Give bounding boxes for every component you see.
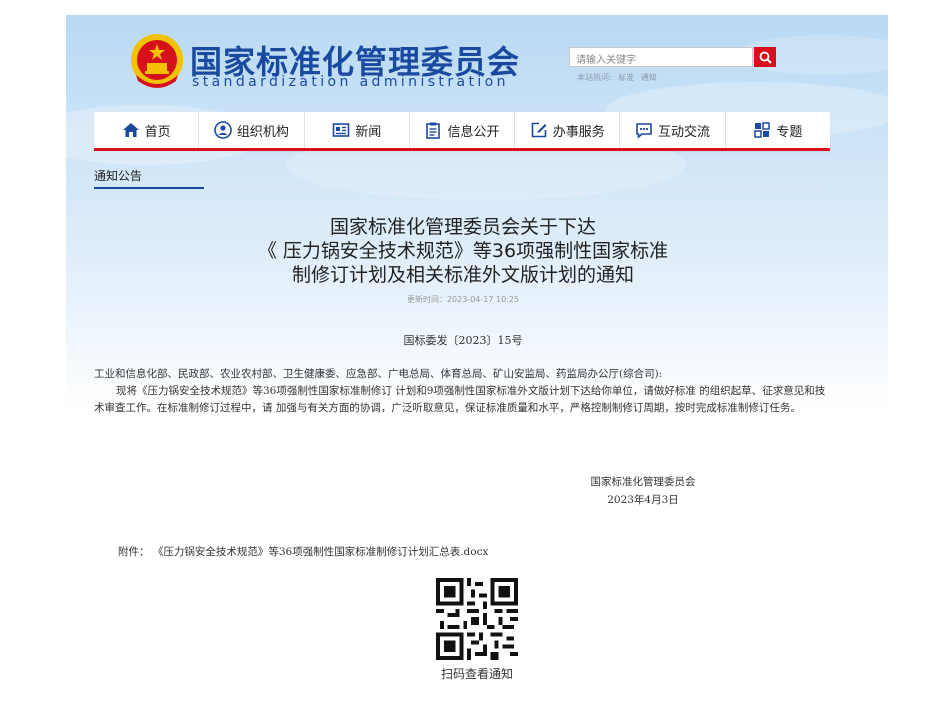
- nav-item-label: 专题: [776, 124, 803, 140]
- nav-item-news[interactable]: 新闻: [305, 112, 410, 148]
- qr-code-icon: [436, 578, 518, 660]
- nav-item-label: 信息公开: [447, 124, 500, 140]
- qr-caption: 扫码查看通知: [440, 667, 513, 681]
- nav-item-services[interactable]: 办事服务: [515, 112, 621, 148]
- hot-term-link[interactable]: 标准: [618, 73, 634, 82]
- document-number: 国标委发〔2023〕15号: [403, 334, 523, 347]
- body-paragraph: 现将《压力锅安全技术规范》等36项强制性国家标准制修订 计划和9项强制性国家标准…: [94, 385, 826, 414]
- national-emblem-icon: [131, 34, 183, 88]
- main-nav: 首页 组织机构 新闻 信息公开 办事服务 互动交流 专题: [94, 112, 830, 151]
- breadcrumb[interactable]: 通知公告: [94, 167, 142, 184]
- nav-item-organization[interactable]: 组织机构: [199, 112, 305, 148]
- nav-item-topics[interactable]: 专题: [726, 112, 830, 148]
- article-title-line: 制修订计划及相关标准外文版计划的通知: [291, 264, 634, 286]
- page: 国家标准化管理委员会 standardization administratio…: [66, 15, 888, 710]
- recipients: 工业和信息化部、民政部、农业农村部、卫生健康委、应急部、广电总局、体育总局、矿山…: [94, 368, 663, 380]
- site-name-en: standardization administration: [192, 74, 509, 90]
- nav-item-label: 组织机构: [236, 124, 289, 140]
- search-icon: [759, 51, 772, 64]
- edit-icon: [531, 122, 547, 138]
- signature-org: 国家标准化管理委员会: [590, 476, 696, 488]
- nav-item-label: 首页: [144, 124, 171, 140]
- attachment-label: 附件：: [118, 546, 150, 558]
- hot-term-link[interactable]: 通知: [641, 73, 657, 82]
- signature: 国家标准化管理委员会 2023年4月3日: [584, 473, 702, 509]
- nav-item-interaction[interactable]: 互动交流: [620, 112, 726, 148]
- updated-time: 更新时间：2023-04-17 10:25: [406, 295, 520, 304]
- breadcrumb-underline: [94, 187, 204, 189]
- hot-terms: 本站热词: 标准 通知: [577, 72, 661, 83]
- search-box: [569, 47, 758, 70]
- chat-icon: [636, 123, 652, 139]
- nav-item-home[interactable]: 首页: [94, 112, 200, 148]
- newspaper-icon: [332, 123, 350, 137]
- nav-item-label: 新闻: [355, 124, 382, 140]
- clipboard-icon: [426, 122, 441, 139]
- nav-item-label: 互动交流: [658, 124, 711, 140]
- signature-date: 2023年4月3日: [607, 494, 679, 506]
- person-circle-icon: [214, 121, 232, 139]
- home-icon: [122, 123, 139, 137]
- article-title-line: 国家标准化管理委员会关于下达: [329, 216, 596, 238]
- attachment-link[interactable]: 《压力锅安全技术规范》等36项强制性国家标准制修订计划汇总表.docx: [153, 546, 489, 558]
- article-title-line: 《 压力锅安全技术规范》等36项强制性国家标准: [257, 240, 669, 262]
- nav-item-info-disclosure[interactable]: 信息公开: [410, 112, 516, 148]
- nav-item-label: 办事服务: [552, 124, 605, 140]
- attachment: 附件： 《压力锅安全技术规范》等36项强制性国家标准制修订计划汇总表.docx: [118, 544, 488, 559]
- article-title: 国家标准化管理委员会关于下达 《 压力锅安全技术规范》等36项强制性国家标准 制…: [166, 215, 760, 287]
- topic-icon: [754, 122, 771, 138]
- hot-terms-label: 本站热词:: [577, 73, 612, 82]
- breadcrumb-divider: [204, 188, 830, 189]
- search-button[interactable]: [754, 47, 776, 67]
- search-input[interactable]: [570, 51, 758, 70]
